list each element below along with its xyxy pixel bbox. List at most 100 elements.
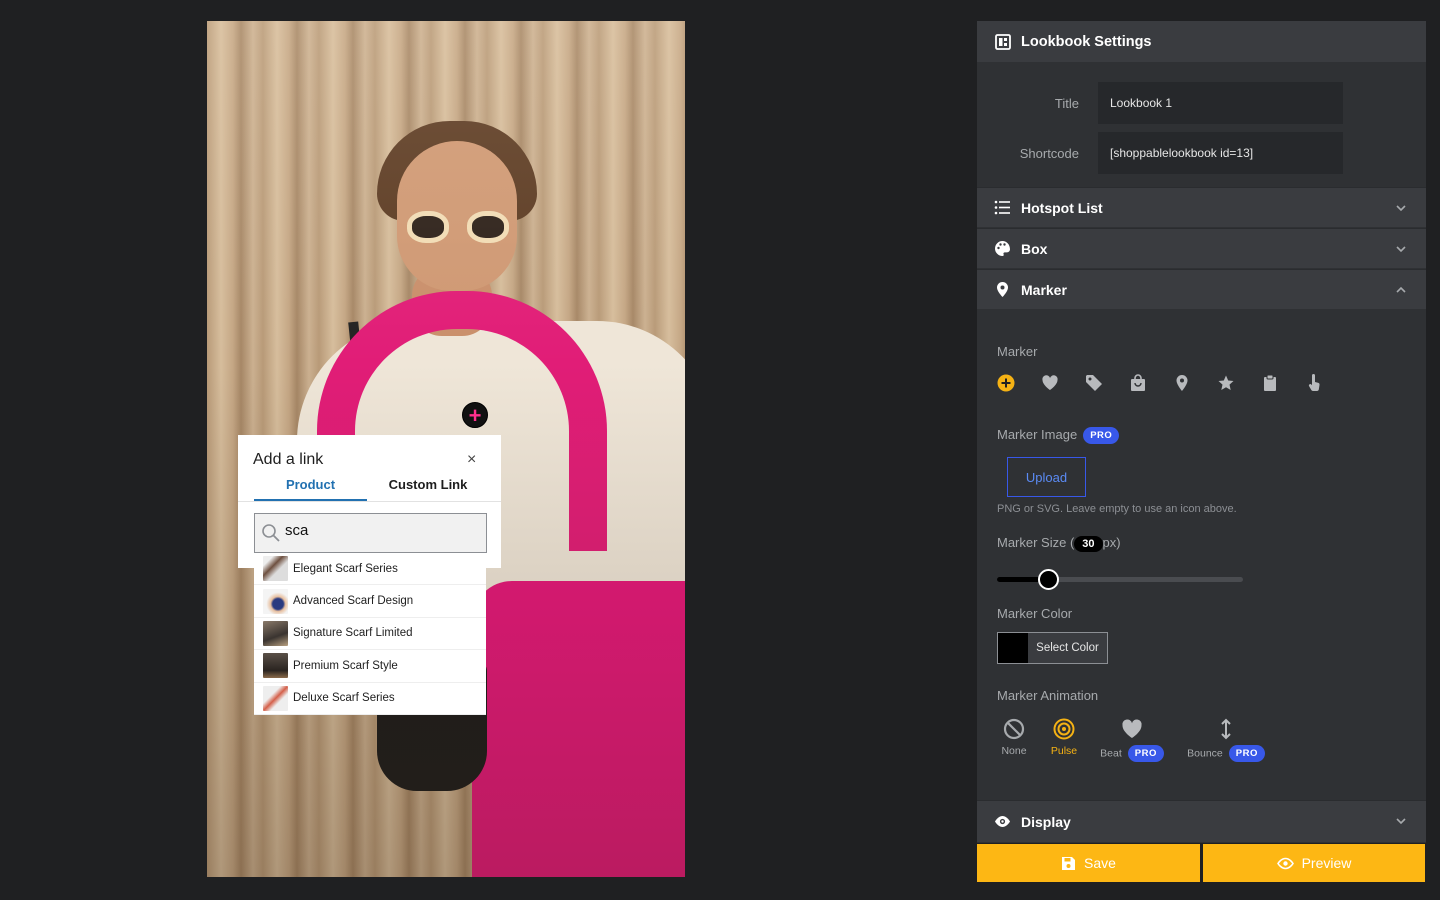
pointer-hand-icon: [1308, 374, 1320, 392]
tab-product[interactable]: Product: [254, 477, 367, 501]
marker-size-label: Marker Size (: [997, 535, 1075, 550]
pro-badge: PRO: [1127, 745, 1164, 762]
marker-size-slider[interactable]: [997, 569, 1243, 590]
list-item[interactable]: Signature Scarf Limited: [254, 618, 486, 651]
marker-image-label-row: Marker Image PRO: [997, 427, 1120, 445]
animation-label: Beat: [1100, 747, 1122, 760]
marker-option[interactable]: [1305, 371, 1349, 395]
lookbook-settings-panel: Lookbook Settings Title Shortcode Hotspo…: [977, 21, 1426, 843]
close-icon[interactable]: ×: [467, 451, 476, 469]
panel-header: Lookbook Settings: [977, 21, 1426, 62]
shortcode-input[interactable]: [1098, 132, 1343, 174]
marker-icon-picker: [997, 371, 1349, 395]
marker-option[interactable]: [1217, 371, 1261, 395]
map-pin-icon: [997, 282, 1008, 297]
marker-animation-label: Marker Animation: [997, 688, 1099, 703]
star-icon: [1218, 375, 1234, 390]
slider-handle[interactable]: [1038, 569, 1060, 590]
marker-color-picker[interactable]: Select Color: [997, 632, 1108, 664]
plus-circle-icon: [997, 374, 1015, 392]
hotspot-marker[interactable]: +: [462, 402, 488, 428]
title-input[interactable]: [1098, 82, 1343, 124]
search-input[interactable]: [285, 522, 475, 539]
list-item[interactable]: Premium Scarf Style: [254, 650, 486, 683]
result-label: Premium Scarf Style: [293, 659, 398, 672]
section-label: Box: [1021, 240, 1048, 257]
product-thumbnail: [263, 588, 288, 614]
map-pin-icon: [1176, 375, 1188, 391]
chevron-down-icon: [1396, 246, 1406, 253]
palette-icon: [995, 241, 1010, 256]
popup-title: Add a link: [253, 451, 324, 468]
chevron-up-icon: [1396, 286, 1406, 293]
upload-button[interactable]: Upload: [1007, 457, 1086, 497]
shortcode-field-row: Shortcode: [977, 132, 1426, 174]
heart-icon: [1042, 375, 1058, 390]
pro-badge: PRO: [1228, 745, 1265, 762]
tab-custom-link[interactable]: Custom Link: [378, 477, 478, 501]
marker-label: Marker: [997, 344, 1038, 359]
marker-color-label: Marker Color: [997, 606, 1073, 621]
shortcode-label: Shortcode: [1019, 146, 1079, 161]
marker-image-label: Marker Image: [997, 427, 1078, 442]
marker-size-label-row: Marker Size (30 px): [997, 535, 1121, 552]
pulse-icon: [1053, 718, 1075, 740]
preview-label: Preview: [1301, 855, 1352, 871]
title-label: Title: [1054, 96, 1079, 111]
marker-option[interactable]: [1129, 371, 1173, 395]
color-swatch: [998, 633, 1028, 663]
animation-label: Pulse: [1050, 745, 1078, 757]
product-thumbnail: [263, 556, 288, 582]
section-hotspot-list[interactable]: Hotspot List: [977, 187, 1426, 227]
list-item[interactable]: Elegant Scarf Series: [254, 553, 486, 586]
animation-label: None: [1001, 745, 1027, 757]
ban-icon: [1003, 718, 1025, 740]
section-box[interactable]: Box: [977, 228, 1426, 268]
tag-icon: [1086, 375, 1102, 391]
search-results-list: Elegant Scarf Series Advanced Scarf Desi…: [254, 553, 486, 715]
product-thumbnail: [263, 653, 288, 679]
arrows-vertical-icon: [1221, 718, 1231, 740]
marker-option[interactable]: [1041, 371, 1085, 395]
save-button[interactable]: Save: [977, 844, 1200, 882]
product-thumbnail: [263, 685, 288, 711]
product-thumbnail: [263, 620, 288, 646]
eye-icon: [1276, 857, 1294, 869]
section-marker[interactable]: Marker: [977, 269, 1426, 309]
list-item[interactable]: Deluxe Scarf Series: [254, 683, 486, 715]
animation-option-none[interactable]: None: [997, 718, 1031, 757]
animation-label: Bounce: [1187, 747, 1223, 760]
result-label: Deluxe Scarf Series: [293, 692, 395, 705]
marker-option[interactable]: [1173, 371, 1217, 395]
result-label: Advanced Scarf Design: [293, 595, 414, 608]
section-label: Hotspot List: [1021, 199, 1103, 216]
section-display[interactable]: Display: [977, 800, 1426, 842]
heart-icon: [1122, 719, 1142, 738]
title-field-row: Title: [977, 82, 1426, 124]
eye-icon: [995, 816, 1010, 827]
marker-size-unit: px): [1102, 535, 1121, 550]
section-label: Marker: [1021, 281, 1067, 298]
preview-button[interactable]: Preview: [1203, 844, 1425, 882]
marker-option[interactable]: [1085, 371, 1129, 395]
clipboard-icon: [1264, 374, 1276, 391]
panel-title: Lookbook Settings: [1021, 33, 1152, 50]
product-search-box[interactable]: [254, 513, 487, 553]
animation-option-pulse[interactable]: Pulse: [1047, 718, 1081, 757]
animation-option-beat[interactable]: Beat PRO: [1097, 718, 1167, 762]
result-label: Elegant Scarf Series: [293, 562, 398, 575]
marker-image-help: PNG or SVG. Leave empty to use an icon a…: [997, 503, 1237, 515]
save-icon: [1062, 856, 1076, 870]
select-color-button[interactable]: Select Color: [1028, 633, 1107, 663]
pro-badge: PRO: [1083, 427, 1120, 445]
chevron-down-icon: [1396, 818, 1406, 825]
marker-option[interactable]: [1261, 371, 1305, 395]
tab-divider: [238, 501, 501, 502]
marker-size-value: 30: [1074, 536, 1103, 552]
marker-option[interactable]: [997, 371, 1041, 395]
animation-option-bounce[interactable]: Bounce PRO: [1185, 718, 1267, 762]
list-item[interactable]: Advanced Scarf Design: [254, 585, 486, 618]
chevron-down-icon: [1396, 205, 1406, 212]
list-icon: [994, 200, 1010, 215]
search-icon: [262, 524, 280, 542]
